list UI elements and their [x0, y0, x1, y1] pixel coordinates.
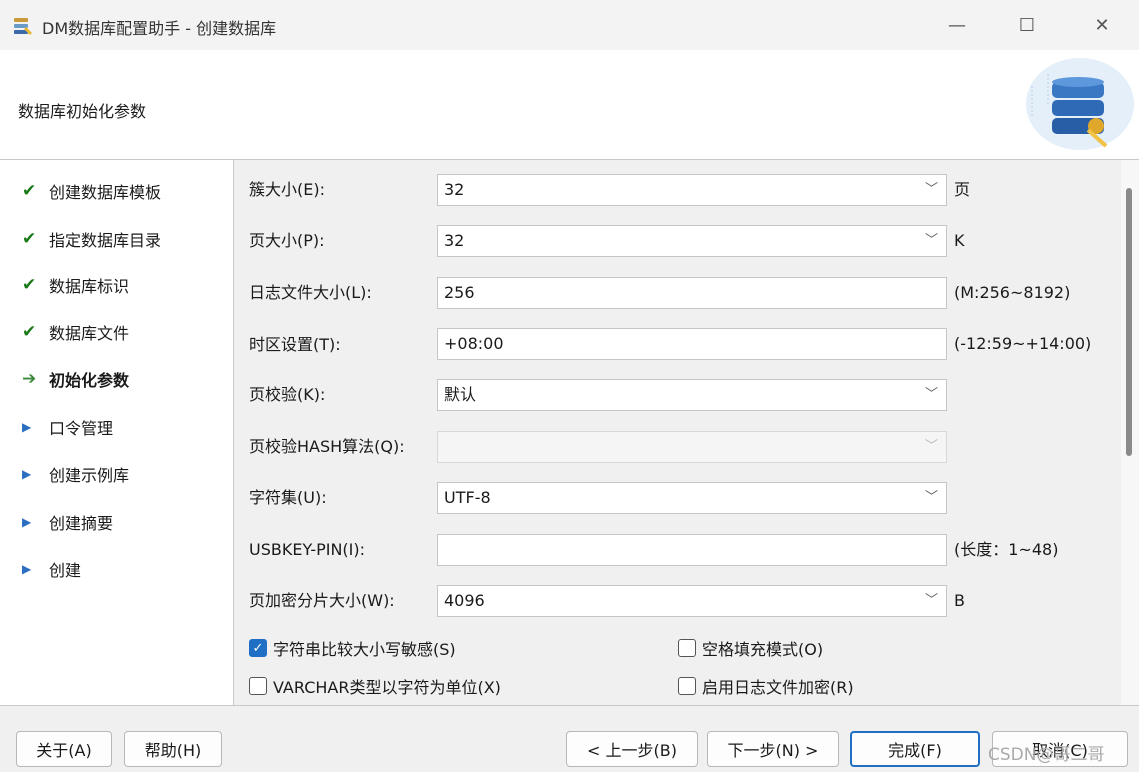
checkbox-unchecked-icon — [678, 677, 696, 695]
case-sensitive-checkbox[interactable]: ✓ 字符串比较大小写敏感(S) — [249, 636, 456, 660]
close-button[interactable]: ✕ — [1077, 0, 1127, 50]
next-button[interactable]: 下一步(N) > — [707, 731, 839, 767]
charset-select[interactable]: UTF-8 ﹀ — [437, 482, 947, 514]
checkmark-icon: ✔ — [22, 322, 37, 342]
steps-panel: ✔ 创建数据库模板 ✔ 指定数据库目录 ✔ 数据库标识 ✔ 数据库文件 ➔ 初始… — [0, 160, 234, 705]
step-label: 口令管理 — [49, 419, 114, 438]
step-label: 数据库文件 — [49, 324, 130, 343]
log-size-input[interactable]: 256 — [437, 277, 947, 309]
page-check-hash-select[interactable]: ﹀ — [437, 431, 947, 463]
checkbox-label: VARCHAR类型以字符为单位(X) — [273, 678, 501, 697]
step-summary[interactable]: ▶ 创建摘要 — [22, 510, 113, 534]
params-form: 簇大小(E): 32 ﹀ 页 页大小(P): 32 ﹀ K 日志文件大小(L):… — [235, 160, 1139, 705]
scrollbar-thumb[interactable] — [1126, 188, 1132, 456]
vertical-scrollbar[interactable] — [1121, 160, 1139, 705]
chevron-down-icon: ﹀ — [924, 593, 938, 608]
minimize-button[interactable]: — — [932, 0, 982, 50]
chevron-down-icon: ﹀ — [924, 439, 938, 454]
checkbox-unchecked-icon — [249, 677, 267, 695]
page-header: 数据库初始化参数 — [0, 50, 1139, 160]
step-db-directory[interactable]: ✔ 指定数据库目录 — [22, 227, 161, 251]
step-init-params[interactable]: ➔ 初始化参数 — [22, 367, 129, 391]
close-icon: ✕ — [1094, 14, 1110, 36]
time-zone-input[interactable]: +08:00 — [437, 328, 947, 360]
step-label: 创建 — [49, 561, 82, 580]
step-sample-db[interactable]: ▶ 创建示例库 — [22, 462, 129, 486]
page-size-value: 32 — [444, 231, 465, 250]
charset-label: 字符集(U): — [249, 488, 327, 507]
usbkey-pin-length: (长度：1~48) — [954, 540, 1059, 559]
encrypt-slice-unit: B — [954, 591, 965, 610]
page-size-unit: K — [954, 231, 965, 250]
step-label: 数据库标识 — [49, 277, 130, 296]
extent-size-value: 32 — [444, 180, 465, 199]
extent-size-select[interactable]: 32 ﹀ — [437, 174, 947, 206]
page-title: 数据库初始化参数 — [18, 102, 147, 121]
arrow-right-icon: ➔ — [22, 369, 37, 389]
log-size-range: (M:256~8192) — [954, 283, 1071, 302]
page-check-select[interactable]: 默认 ﹀ — [437, 379, 947, 411]
help-button[interactable]: 帮助(H) — [124, 731, 222, 767]
page-check-hash-label: 页校验HASH算法(Q): — [249, 437, 405, 456]
watermark-text: CSDN@哥二哥 — [988, 745, 1105, 765]
page-check-label: 页校验(K): — [249, 385, 326, 404]
usbkey-pin-input[interactable] — [437, 534, 947, 566]
checkbox-checked-icon: ✓ — [249, 639, 267, 657]
checkbox-label: 空格填充模式(O) — [702, 640, 824, 659]
checkmark-icon: ✔ — [22, 181, 37, 201]
usbkey-pin-label: USBKEY-PIN(I): — [249, 540, 366, 559]
chevron-down-icon: ﹀ — [924, 182, 938, 197]
checkmark-icon: ✔ — [22, 229, 37, 249]
step-label: 创建示例库 — [49, 466, 130, 485]
checkbox-label: 启用日志文件加密(R) — [702, 678, 854, 697]
step-label: 初始化参数 — [49, 371, 130, 390]
step-label: 指定数据库目录 — [49, 231, 162, 250]
extent-size-label: 簇大小(E): — [249, 180, 325, 199]
step-label: 创建数据库模板 — [49, 183, 162, 202]
log-size-label: 日志文件大小(L): — [249, 283, 372, 302]
step-create-template[interactable]: ✔ 创建数据库模板 — [22, 179, 161, 203]
checkbox-label: 字符串比较大小写敏感(S) — [273, 640, 456, 659]
chevron-down-icon: ﹀ — [924, 387, 938, 402]
page-check-value: 默认 — [444, 385, 477, 404]
app-icon — [14, 18, 32, 35]
triangle-right-icon: ▶ — [22, 467, 32, 481]
chevron-down-icon: ﹀ — [924, 490, 938, 505]
triangle-right-icon: ▶ — [22, 420, 32, 434]
varchar-char-checkbox[interactable]: VARCHAR类型以字符为单位(X) — [249, 674, 501, 698]
time-zone-label: 时区设置(T): — [249, 335, 341, 354]
log-encrypt-checkbox[interactable]: 启用日志文件加密(R) — [678, 674, 854, 698]
encrypt-slice-select[interactable]: 4096 ﹀ — [437, 585, 947, 617]
step-password[interactable]: ▶ 口令管理 — [22, 415, 113, 439]
encrypt-slice-value: 4096 — [444, 591, 485, 610]
page-size-select[interactable]: 32 ﹀ — [437, 225, 947, 257]
step-db-files[interactable]: ✔ 数据库文件 — [22, 320, 129, 344]
chevron-down-icon: ﹀ — [924, 233, 938, 248]
window-title: DM数据库配置助手 - 创建数据库 — [42, 19, 277, 38]
time-zone-range: (-12:59~+14:00) — [954, 334, 1092, 353]
finish-button[interactable]: 完成(F) — [850, 731, 980, 767]
about-button[interactable]: 关于(A) — [16, 731, 112, 767]
extent-size-unit: 页 — [954, 180, 971, 199]
maximize-button[interactable]: ☐ — [1002, 0, 1052, 50]
checkmark-icon: ✔ — [22, 275, 37, 295]
encrypt-slice-label: 页加密分片大小(W): — [249, 591, 395, 610]
prev-button[interactable]: < 上一步(B) — [566, 731, 698, 767]
page-size-label: 页大小(P): — [249, 231, 325, 250]
step-db-identity[interactable]: ✔ 数据库标识 — [22, 273, 129, 297]
checkbox-unchecked-icon — [678, 639, 696, 657]
step-create[interactable]: ▶ 创建 — [22, 557, 81, 581]
maximize-icon: ☐ — [1018, 14, 1036, 36]
triangle-right-icon: ▶ — [22, 562, 32, 576]
minimize-icon: — — [948, 14, 966, 36]
blank-pad-checkbox[interactable]: 空格填充模式(O) — [678, 636, 823, 660]
triangle-right-icon: ▶ — [22, 515, 32, 529]
charset-value: UTF-8 — [444, 488, 491, 507]
title-bar: DM数据库配置助手 - 创建数据库 — ☐ ✕ — [0, 0, 1139, 50]
step-label: 创建摘要 — [49, 514, 114, 533]
database-illustration-icon — [1026, 58, 1134, 150]
